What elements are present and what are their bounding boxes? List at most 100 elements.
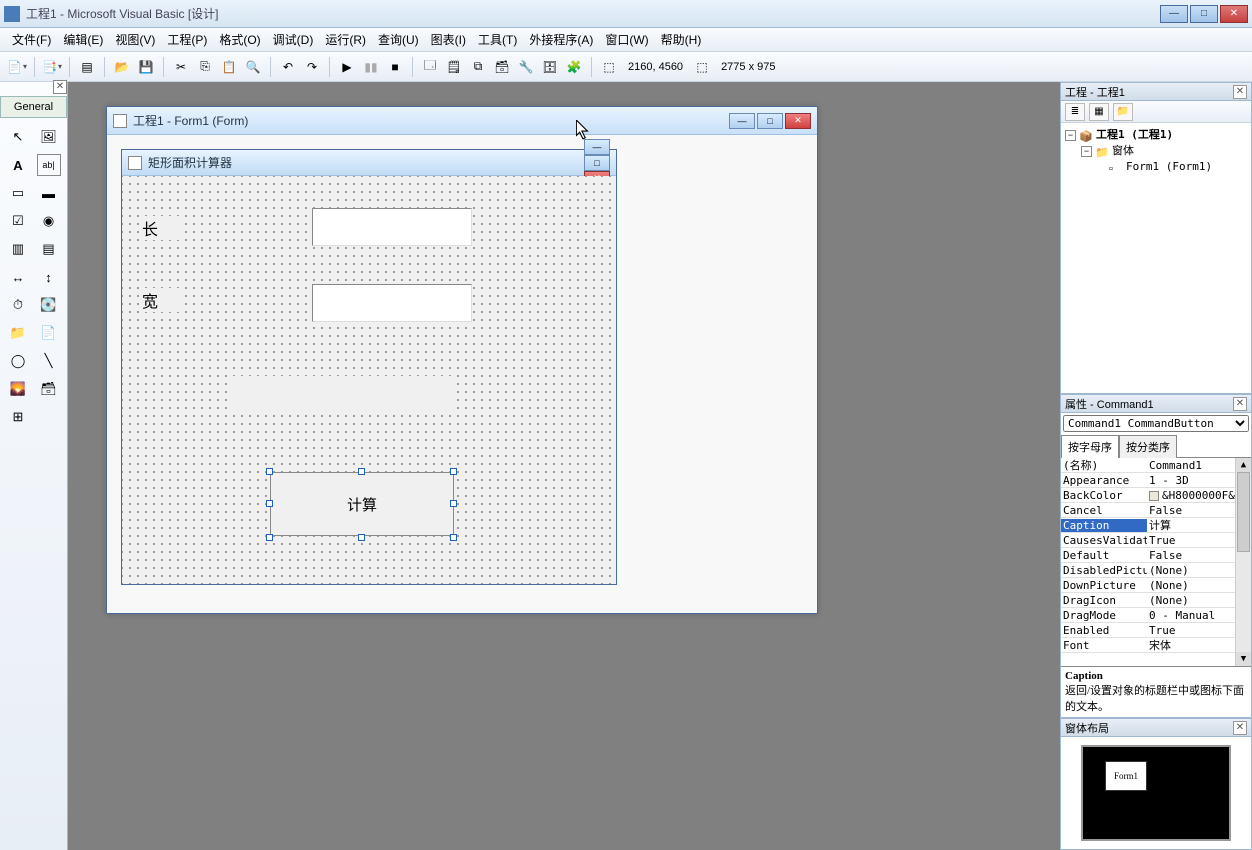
project-panel-title[interactable]: 工程 - 工程1 ✕: [1061, 83, 1251, 101]
resize-handle-nw[interactable]: [266, 468, 273, 475]
tab-categorized[interactable]: 按分类序: [1119, 435, 1177, 458]
menu-query[interactable]: 查询(U): [372, 28, 425, 51]
toggle-folders-button[interactable]: 📁: [1113, 103, 1133, 121]
component-manager-button[interactable]: 🧩: [563, 56, 585, 78]
properties-scrollbar[interactable]: ▲ ▼: [1235, 458, 1251, 666]
find-button[interactable]: 🔍: [242, 56, 264, 78]
tree-root[interactable]: − 📦 工程1 (工程1): [1065, 127, 1247, 143]
object-selector-dropdown[interactable]: Command1 CommandButton: [1063, 415, 1249, 432]
menu-format[interactable]: 格式(O): [213, 28, 266, 51]
label-tool-icon[interactable]: A: [6, 154, 30, 176]
tab-alphabetical[interactable]: 按字母序: [1061, 435, 1119, 458]
start-button[interactable]: ▶: [336, 56, 358, 78]
optionbutton-tool-icon[interactable]: ◉: [37, 210, 61, 232]
add-form-button[interactable]: 📑▾: [41, 56, 63, 78]
open-button[interactable]: 📂: [111, 56, 133, 78]
shape-tool-icon[interactable]: ◯: [6, 350, 30, 372]
project-explorer-button[interactable]: 🗔: [419, 56, 441, 78]
label-result[interactable]: [232, 376, 452, 412]
menu-tools[interactable]: 工具(T): [472, 28, 523, 51]
form-layout-button[interactable]: ⧉: [467, 56, 489, 78]
timer-tool-icon[interactable]: ⏱: [6, 294, 30, 316]
frame-tool-icon[interactable]: ▭: [6, 182, 30, 204]
object-browser-button[interactable]: 🗃: [491, 56, 513, 78]
commandbutton-tool-icon[interactable]: ▬: [37, 182, 61, 204]
textbox-length[interactable]: [312, 208, 472, 246]
property-row[interactable]: DragIcon(None): [1061, 593, 1251, 608]
project-tree[interactable]: − 📦 工程1 (工程1) − 📁 窗体 ▫ Form1 (Form1): [1061, 123, 1251, 393]
dirlist-tool-icon[interactable]: 📁: [6, 322, 30, 344]
properties-close-button[interactable]: ✕: [1233, 397, 1247, 411]
checkbox-tool-icon[interactable]: ☑: [6, 210, 30, 232]
form-maximize-button[interactable]: □: [584, 155, 610, 171]
resize-handle-e[interactable]: [450, 500, 457, 507]
picturebox-tool-icon[interactable]: 🖼: [37, 126, 61, 148]
tree-item-form1[interactable]: ▫ Form1 (Form1): [1065, 159, 1247, 175]
resize-handle-w[interactable]: [266, 500, 273, 507]
project-close-button[interactable]: ✕: [1233, 85, 1247, 99]
pointer-tool-icon[interactable]: ↖: [6, 126, 30, 148]
menu-window[interactable]: 窗口(W): [599, 28, 654, 51]
view-code-button[interactable]: ≣: [1065, 103, 1085, 121]
cut-button[interactable]: ✂: [170, 56, 192, 78]
property-row[interactable]: Caption计算: [1061, 518, 1251, 533]
maximize-button[interactable]: □: [1190, 5, 1218, 23]
form-client-area[interactable]: 长 宽 计算: [122, 176, 616, 584]
resize-handle-ne[interactable]: [450, 468, 457, 475]
property-row[interactable]: CancelFalse: [1061, 503, 1251, 518]
resize-handle-sw[interactable]: [266, 534, 273, 541]
ole-tool-icon[interactable]: ⊞: [6, 406, 30, 428]
data-tool-icon[interactable]: 🗃: [37, 378, 61, 400]
vb-form[interactable]: 矩形面积计算器 — □ ✕ 长 宽 计算: [121, 149, 617, 585]
copy-button[interactable]: ⎘: [194, 56, 216, 78]
button-calculate[interactable]: 计算: [270, 472, 454, 536]
scroll-thumb[interactable]: [1237, 472, 1250, 552]
menu-project[interactable]: 工程(P): [161, 28, 213, 51]
property-row[interactable]: BackColor&H8000000F&: [1061, 488, 1251, 503]
redo-button[interactable]: ↷: [301, 56, 323, 78]
undo-button[interactable]: ↶: [277, 56, 299, 78]
property-row[interactable]: EnabledTrue: [1061, 623, 1251, 638]
textbox-width[interactable]: [312, 284, 472, 322]
resize-handle-n[interactable]: [358, 468, 365, 475]
menu-help[interactable]: 帮助(H): [655, 28, 708, 51]
label-width[interactable]: 宽: [142, 288, 182, 312]
layout-title[interactable]: 窗体布局 ✕: [1061, 719, 1251, 737]
property-row[interactable]: Font宋体: [1061, 638, 1251, 653]
properties-grid[interactable]: (名称)Command1Appearance1 - 3DBackColor&H8…: [1061, 458, 1251, 666]
form-titlebar[interactable]: 矩形面积计算器 — □ ✕: [122, 150, 616, 176]
designer-minimize-button[interactable]: —: [729, 113, 755, 129]
designer-titlebar[interactable]: 工程1 - Form1 (Form) — □ ✕: [107, 107, 817, 135]
object-selector[interactable]: Command1 CommandButton: [1061, 413, 1251, 434]
line-tool-icon[interactable]: ╲: [37, 350, 61, 372]
monitor-icon[interactable]: Form1: [1081, 745, 1231, 841]
scroll-up-icon[interactable]: ▲: [1236, 458, 1251, 472]
resize-handle-s[interactable]: [358, 534, 365, 541]
menu-editor-button[interactable]: ▤: [76, 56, 98, 78]
designer-body[interactable]: 矩形面积计算器 — □ ✕ 长 宽 计算: [107, 135, 817, 613]
resize-handle-se[interactable]: [450, 534, 457, 541]
hscrollbar-tool-icon[interactable]: ↔: [6, 266, 30, 288]
property-row[interactable]: DownPicture(None): [1061, 578, 1251, 593]
property-row[interactable]: DragMode0 - Manual: [1061, 608, 1251, 623]
scroll-down-icon[interactable]: ▼: [1236, 652, 1251, 666]
paste-button[interactable]: 📋: [218, 56, 240, 78]
vscrollbar-tool-icon[interactable]: ↕: [37, 266, 61, 288]
menu-edit[interactable]: 编辑(E): [57, 28, 109, 51]
menu-chart[interactable]: 图表(I): [425, 28, 472, 51]
filelist-tool-icon[interactable]: 📄: [37, 322, 61, 344]
label-length[interactable]: 长: [142, 216, 182, 240]
properties-window-button[interactable]: 🗒: [443, 56, 465, 78]
menu-addins[interactable]: 外接程序(A): [523, 28, 599, 51]
property-row[interactable]: Appearance1 - 3D: [1061, 473, 1251, 488]
menu-run[interactable]: 运行(R): [319, 28, 372, 51]
collapse-icon[interactable]: −: [1081, 146, 1092, 157]
designer-maximize-button[interactable]: □: [757, 113, 783, 129]
tree-folder-forms[interactable]: − 📁 窗体: [1065, 143, 1247, 159]
data-view-button[interactable]: 🗄: [539, 56, 561, 78]
add-project-button[interactable]: 📄▾: [6, 56, 28, 78]
image-tool-icon[interactable]: 🌄: [6, 378, 30, 400]
menu-debug[interactable]: 调试(D): [267, 28, 320, 51]
property-row[interactable]: DisabledPictur(None): [1061, 563, 1251, 578]
menu-file[interactable]: 文件(F): [6, 28, 57, 51]
